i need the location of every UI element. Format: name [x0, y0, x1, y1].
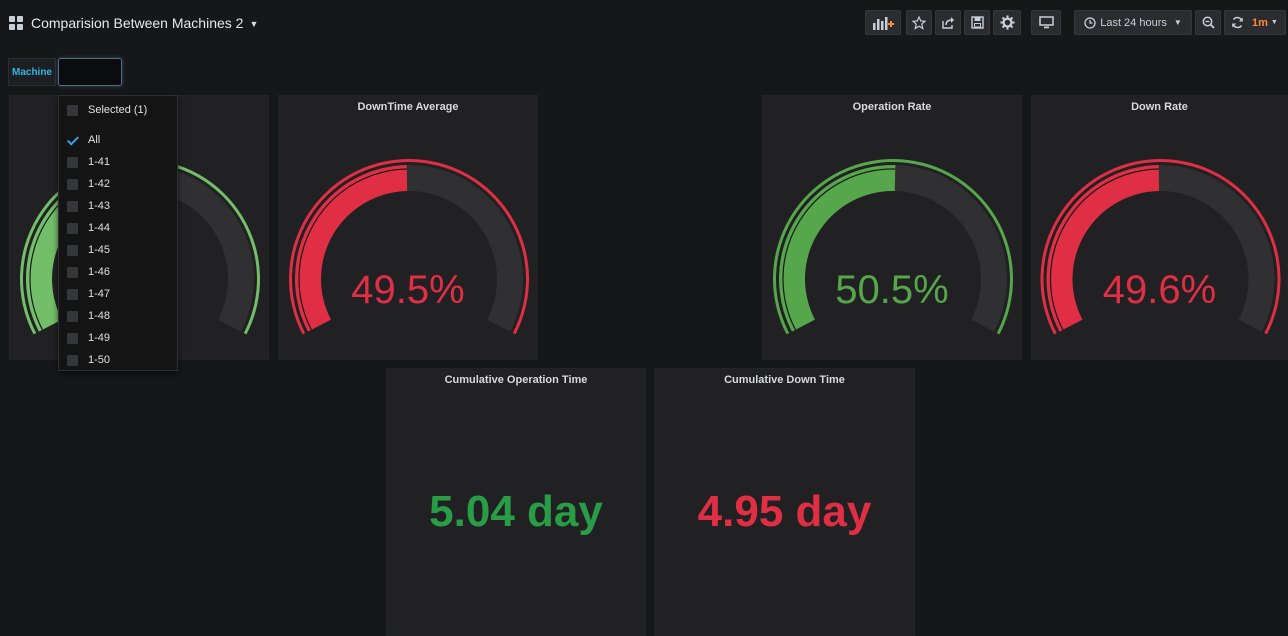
dropdown-option-label: 1-49 — [88, 332, 111, 344]
dropdown-option[interactable]: 1-41 — [59, 153, 177, 173]
dropdown-option-label: All — [88, 134, 101, 146]
zoom-out-button[interactable] — [1195, 10, 1221, 35]
gauge-operation-rate — [773, 159, 1013, 335]
panel-down-rate: Down Rate 49.6% — [1031, 95, 1288, 360]
refresh-caret-icon: ▼ — [1270, 19, 1278, 26]
dropdown-option-label: 1-45 — [88, 244, 111, 256]
dropdown-selected-count: Selected (1) — [88, 104, 148, 116]
checkbox-icon — [67, 333, 78, 344]
dropdown-option-label: 1-50 — [88, 354, 111, 366]
refresh-interval: 1m — [1252, 16, 1268, 29]
monitor-icon — [1038, 16, 1054, 29]
gauge-value: 49.5% — [351, 268, 465, 312]
dropdown-selected-toggle[interactable]: Selected (1) — [59, 101, 177, 121]
dropdown-option-label: 1-42 — [88, 178, 111, 190]
checkbox-icon — [67, 223, 78, 234]
checkbox-icon — [67, 245, 78, 256]
gauge-down-rate — [1040, 159, 1281, 335]
dropdown-option[interactable]: 1-45 — [59, 241, 177, 261]
share-icon — [942, 16, 954, 29]
panel-operation-rate: Operation Rate 50.5% — [762, 95, 1022, 360]
caret-down-icon: ▼ — [1173, 18, 1182, 27]
star-icon — [912, 15, 926, 30]
stat-value: 4.95 day — [697, 487, 872, 536]
checkbox-icon — [67, 179, 78, 190]
checkbox-icon — [67, 201, 78, 212]
dropdown-option[interactable]: 1-46 — [59, 263, 177, 283]
time-range-label: Last 24 hours — [1100, 16, 1167, 29]
bar-chart-plus-icon — [873, 16, 894, 30]
checkbox-icon — [67, 355, 78, 366]
save-button[interactable] — [964, 10, 990, 35]
dashboard-title: Comparision Between Machines 2 — [31, 15, 244, 31]
stat-value: 5.04 day — [429, 487, 603, 536]
checkmark-icon — [67, 135, 78, 146]
gauge-value: 49.6% — [1102, 268, 1217, 312]
dropdown-option[interactable]: 1-50 — [59, 351, 177, 371]
top-navbar: Comparision Between Machines 2 ▼ Last 24… — [0, 0, 1288, 46]
dropdown-option[interactable]: All — [59, 131, 177, 151]
dropdown-option[interactable]: 1-42 — [59, 175, 177, 195]
gauge-value: 50.5% — [835, 268, 949, 312]
add-panel-button[interactable] — [865, 10, 901, 35]
checkbox-icon — [67, 289, 78, 300]
dropdown-option-label: 1-46 — [88, 266, 111, 278]
dropdown-option[interactable]: 1-44 — [59, 219, 177, 239]
dropdown-option-label: 1-43 — [88, 200, 111, 212]
dropdown-option[interactable]: 1-43 — [59, 197, 177, 217]
dashboard-root: Comparision Between Machines 2 ▼ Last 24… — [0, 0, 1288, 636]
refresh-icon — [1232, 16, 1243, 29]
clock-icon — [1084, 16, 1096, 29]
settings-button[interactable] — [993, 10, 1021, 35]
dropdown-option-label: 1-48 — [88, 310, 111, 322]
star-button[interactable] — [906, 10, 932, 35]
tv-mode-button[interactable] — [1031, 10, 1061, 35]
dropdown-option[interactable]: 1-47 — [59, 285, 177, 305]
time-range-picker[interactable]: Last 24 hours ▼ — [1074, 10, 1192, 35]
refresh-button[interactable]: 1m ▼ — [1224, 10, 1286, 35]
dashboard-grid-icon[interactable] — [9, 16, 23, 30]
checkbox-icon — [67, 157, 78, 168]
dropdown-option-label: 1-44 — [88, 222, 111, 234]
checkbox-icon — [67, 105, 78, 116]
panel-cumulative-operation-time: Cumulative Operation Time 5.04 day — [386, 368, 646, 636]
checkbox-icon — [67, 267, 78, 278]
machine-variable-label: Machine — [8, 58, 56, 86]
panel-cumulative-down-time: Cumulative Down Time 4.95 day — [654, 368, 915, 636]
save-icon — [970, 16, 984, 29]
gauge-downtime-average — [289, 159, 529, 335]
dropdown-option-label: 1-47 — [88, 288, 111, 300]
gear-icon — [999, 15, 1015, 30]
panel-title: Cumulative Operation Time — [444, 374, 588, 386]
dropdown-option-label: 1-41 — [88, 156, 111, 168]
dashboard-title-button[interactable]: Comparision Between Machines 2 ▼ — [31, 15, 258, 31]
panel-downtime-average: DownTime Average 49.5% — [278, 95, 538, 360]
zoom-out-icon — [1202, 16, 1215, 29]
share-button[interactable] — [935, 10, 961, 35]
machine-variable-dropdown: Selected (1) All 1-41 1-42 1-43 1-44 1-45 1-46… — [58, 95, 178, 371]
panel-title: Cumulative Down Time — [724, 374, 845, 386]
checkbox-icon — [67, 311, 78, 322]
chevron-down-icon: ▼ — [249, 19, 259, 30]
dropdown-option[interactable]: 1-48 — [59, 307, 177, 327]
dropdown-option[interactable]: 1-49 — [59, 329, 177, 349]
machine-variable-select[interactable] — [58, 58, 122, 86]
